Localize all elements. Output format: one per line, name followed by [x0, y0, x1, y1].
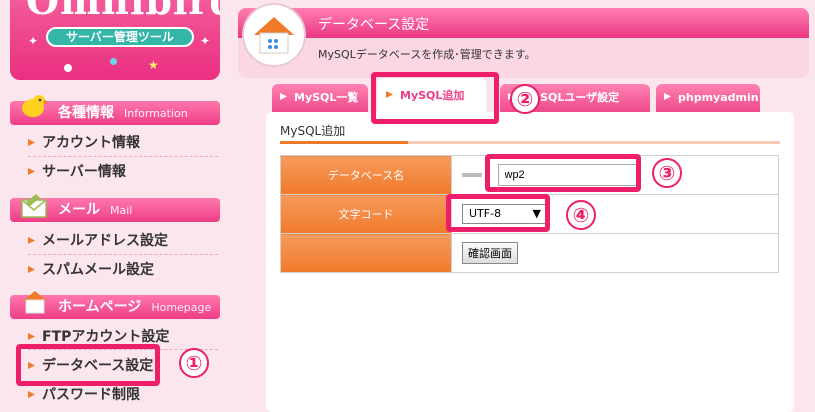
sidebar-item-label: FTPアカウント設定: [42, 329, 170, 345]
divider: [28, 156, 218, 157]
logo-text: Omnibird: [26, 0, 220, 23]
page-description: MySQLデータベースを作成･管理できます。: [318, 48, 536, 61]
dot-icon: [110, 58, 117, 65]
arrow-bullet-icon: [28, 237, 35, 244]
arrow-bullet-icon: [280, 93, 287, 100]
logo-banner: Omnibird サーバー管理ツール ✦ ✦ ★: [10, 0, 220, 80]
highlight-box-4: [446, 194, 550, 232]
highlight-box-1: [16, 344, 160, 386]
section-en-title: Mail: [110, 204, 133, 217]
sidebar-item-label: メールアドレス設定: [42, 233, 168, 249]
panel-title-underline-accent: [280, 141, 408, 144]
tab-label: phpmyadmin: [678, 91, 759, 104]
bird-icon: [22, 95, 49, 117]
tab-phpmyadmin[interactable]: phpmyadmin: [656, 84, 760, 112]
annotation-number-4: ④: [566, 200, 596, 230]
annotation-number-3: ③: [652, 158, 682, 188]
highlight-box-3: [485, 154, 641, 192]
star-icon: ✦: [200, 34, 211, 48]
annotation-number-1: ①: [179, 348, 209, 378]
arrow-bullet-icon: [28, 139, 35, 146]
section-en-title: Homepage: [151, 301, 212, 314]
tab-mysql-list[interactable]: MySQL一覧: [272, 84, 368, 112]
divider: [28, 254, 218, 255]
sidebar-item-label: スパムメール設定: [42, 262, 154, 278]
section-en-title: Information: [124, 107, 188, 120]
star-icon: ✦: [28, 34, 39, 48]
dot-icon: [64, 64, 72, 72]
highlight-box-2: [371, 72, 499, 124]
annotation-number-2: ②: [510, 84, 540, 114]
database-name-label: データベース名: [280, 155, 452, 195]
arrow-bullet-icon: [28, 333, 35, 340]
charset-label: 文字コード: [280, 194, 452, 234]
sidebar-item-label: サーバー情報: [42, 164, 126, 180]
database-house-icon: [242, 3, 306, 67]
star-icon: ★: [148, 58, 159, 72]
arrow-bullet-icon: [28, 391, 35, 398]
submit-cell: 確認画面: [451, 233, 779, 273]
arrow-bullet-icon: [28, 266, 35, 273]
arrow-bullet-icon: [28, 168, 35, 175]
section-title: ホームページ: [58, 299, 142, 315]
sidebar-item-spam-mail[interactable]: スパムメール設定: [28, 260, 154, 280]
panel-title: MySQL追加: [280, 124, 346, 138]
empty-label: [280, 233, 452, 273]
sidebar-item-server-info[interactable]: サーバー情報: [28, 162, 126, 182]
section-title: 各種情報: [58, 105, 114, 121]
sidebar-item-label: アカウント情報: [42, 135, 140, 151]
house-icon: [23, 291, 47, 314]
sidebar-item-account-info[interactable]: アカウント情報: [28, 133, 140, 153]
arrow-bullet-icon: [664, 93, 671, 100]
sidebar-item-password-limit[interactable]: パスワード制限: [28, 385, 140, 405]
section-title: メール: [58, 202, 100, 218]
logo-tagline: サーバー管理ツール: [46, 27, 194, 47]
confirm-button[interactable]: 確認画面: [462, 242, 518, 264]
page-title: データベース設定: [318, 17, 430, 33]
tab-label: MySQL一覧: [294, 91, 359, 104]
mail-envelope-icon: [21, 194, 47, 218]
sidebar-item-mail-address[interactable]: メールアドレス設定: [28, 231, 168, 251]
db-prefix: [462, 173, 482, 177]
form-row-submit: 確認画面: [280, 233, 779, 273]
